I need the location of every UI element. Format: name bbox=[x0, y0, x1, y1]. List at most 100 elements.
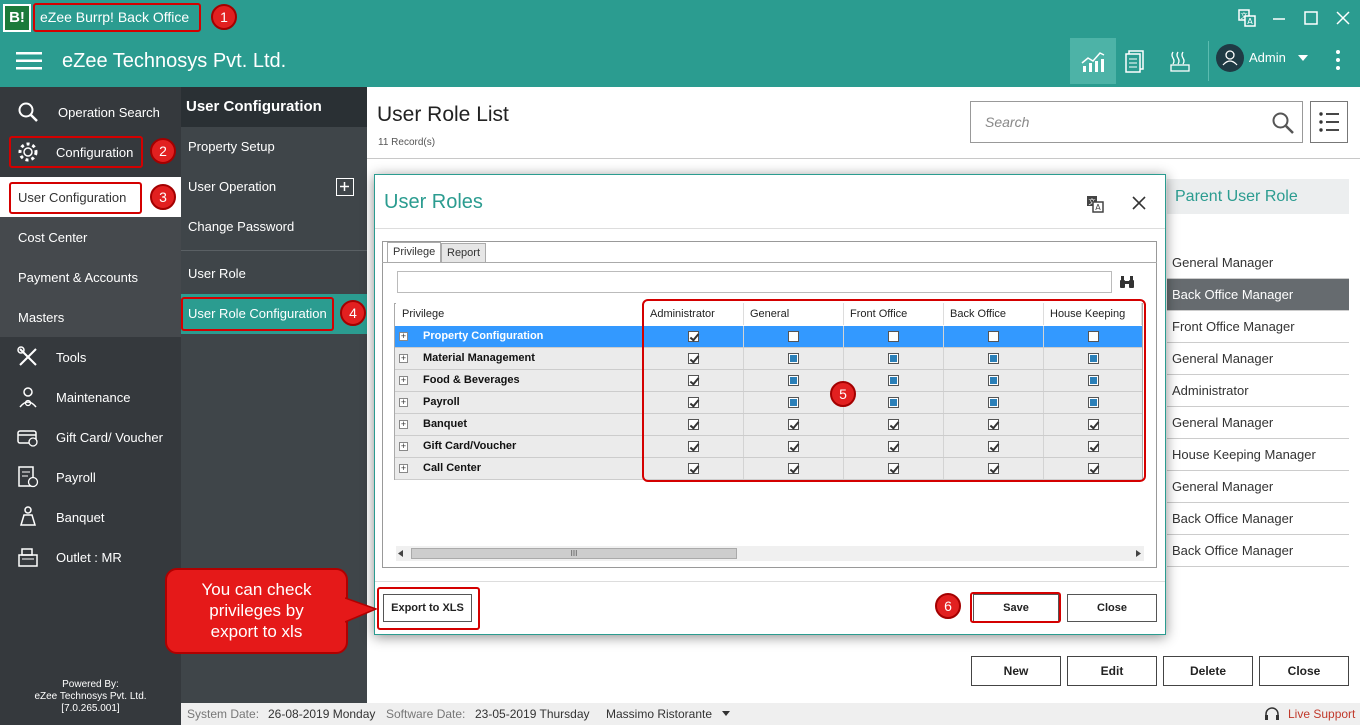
nav-label: Tools bbox=[56, 349, 87, 365]
nav-masters[interactable]: Masters bbox=[0, 297, 181, 337]
delete-button[interactable]: Delete bbox=[1163, 656, 1253, 686]
parent-role-row[interactable]: House Keeping Manager bbox=[1167, 439, 1349, 471]
column-header-privilege: Privilege bbox=[396, 303, 644, 325]
header-divider bbox=[367, 158, 1360, 159]
scroll-right-arrow-icon[interactable] bbox=[1136, 550, 1142, 557]
nav-operation-search[interactable]: Operation Search bbox=[0, 92, 181, 132]
nav-outlet[interactable]: Outlet : MR bbox=[0, 537, 181, 577]
expand-row-icon[interactable]: + bbox=[399, 398, 408, 407]
app-version: [7.0.265.001] bbox=[61, 703, 120, 714]
dashboard-chart-icon[interactable] bbox=[1070, 38, 1116, 84]
live-support-link[interactable]: Live Support bbox=[1288, 703, 1355, 725]
expand-row-icon[interactable]: + bbox=[399, 464, 408, 473]
dialog-title-divider bbox=[375, 228, 1165, 229]
annotation-box-role-columns bbox=[642, 299, 1146, 482]
nav-maintenance[interactable]: Maintenance bbox=[0, 377, 181, 417]
nav-banquet[interactable]: Banquet bbox=[0, 497, 181, 537]
submenu-divider bbox=[181, 250, 367, 251]
parent-role-row[interactable]: General Manager bbox=[1167, 471, 1349, 503]
software-date: 23-05-2019 Thursday bbox=[475, 707, 590, 721]
binoculars-icon[interactable] bbox=[1119, 275, 1135, 289]
expand-row-icon[interactable]: + bbox=[399, 420, 408, 429]
grid-horizontal-scrollbar[interactable]: III bbox=[396, 546, 1144, 561]
callout-line: export to xls bbox=[210, 622, 303, 641]
expand-row-icon[interactable]: + bbox=[399, 376, 408, 385]
nav-label: Payment & Accounts bbox=[18, 269, 138, 285]
submenu-user-role[interactable]: User Role bbox=[181, 254, 367, 294]
nav-payroll[interactable]: Payroll bbox=[0, 457, 181, 497]
parent-role-row[interactable]: Back Office Manager bbox=[1167, 535, 1349, 567]
annotation-step-6: 6 bbox=[935, 593, 961, 619]
nav-gift-card[interactable]: Gift Card/ Voucher bbox=[0, 417, 181, 457]
parent-role-row[interactable]: General Manager bbox=[1167, 343, 1349, 375]
translate-icon[interactable]: 文A bbox=[1086, 195, 1104, 213]
app-logo: B! bbox=[3, 4, 31, 32]
headset-icon bbox=[1263, 705, 1281, 723]
privilege-name: Gift Card/Voucher bbox=[423, 440, 517, 452]
callout-line: privileges by bbox=[209, 601, 304, 620]
grid-filter-input[interactable] bbox=[397, 271, 1112, 293]
annotation-step-4: 4 bbox=[340, 300, 366, 326]
outlet-selector[interactable]: Massimo Ristorante bbox=[606, 703, 712, 725]
submenu-change-password[interactable]: Change Password bbox=[181, 207, 367, 247]
dialog-close-button[interactable]: Close bbox=[1067, 594, 1157, 622]
parent-role-row[interactable]: Back Office Manager bbox=[1167, 279, 1349, 311]
edit-button[interactable]: Edit bbox=[1067, 656, 1157, 686]
expand-plus-icon[interactable] bbox=[336, 178, 354, 196]
parent-role-row[interactable]: Administrator bbox=[1167, 375, 1349, 407]
language-icon[interactable]: 文A bbox=[1238, 9, 1256, 27]
nav-label: Cost Center bbox=[18, 229, 88, 245]
user-dropdown-chevron-icon[interactable] bbox=[1297, 54, 1309, 62]
nav-cost-center[interactable]: Cost Center bbox=[0, 217, 181, 257]
scroll-left-arrow-icon[interactable] bbox=[398, 550, 404, 557]
nav-tools[interactable]: Tools bbox=[0, 337, 181, 377]
kitchen-icon[interactable] bbox=[1157, 38, 1203, 84]
parent-role-row[interactable]: General Manager bbox=[1167, 247, 1349, 279]
maximize-icon[interactable] bbox=[1302, 10, 1320, 26]
parent-role-row[interactable]: Front Office Manager bbox=[1167, 311, 1349, 343]
minimize-icon[interactable] bbox=[1270, 10, 1288, 26]
kebab-menu-icon[interactable] bbox=[1334, 49, 1342, 71]
annotation-box-configuration bbox=[9, 136, 143, 168]
maintenance-icon bbox=[16, 385, 40, 409]
payroll-icon bbox=[16, 465, 40, 489]
close-window-icon[interactable] bbox=[1334, 10, 1352, 26]
expand-row-icon[interactable]: + bbox=[399, 332, 408, 341]
document-icon[interactable] bbox=[1112, 38, 1158, 84]
annotation-step-2: 2 bbox=[150, 138, 176, 164]
list-view-button[interactable] bbox=[1310, 101, 1348, 143]
privilege-name: Banquet bbox=[423, 418, 467, 430]
search-icon[interactable] bbox=[1271, 111, 1295, 135]
privilege-cell bbox=[544, 370, 644, 391]
scroll-thumb[interactable]: III bbox=[411, 548, 737, 559]
tab-privilege[interactable]: Privilege bbox=[387, 242, 442, 262]
list-view-icon bbox=[1319, 112, 1339, 132]
submenu-title: User Configuration bbox=[181, 87, 367, 127]
parent-role-row[interactable]: Back Office Manager bbox=[1167, 503, 1349, 535]
gift-card-icon bbox=[16, 425, 40, 449]
tab-underline bbox=[382, 262, 1157, 263]
privilege-name: Call Center bbox=[423, 462, 482, 474]
svg-text:A: A bbox=[1247, 17, 1253, 26]
outlet-dropdown-icon[interactable] bbox=[722, 711, 730, 716]
new-button[interactable]: New bbox=[971, 656, 1061, 686]
dialog-close-icon[interactable] bbox=[1131, 195, 1147, 211]
nav-payment-accounts[interactable]: Payment & Accounts bbox=[0, 257, 181, 297]
software-date-label: Software Date: bbox=[386, 707, 466, 721]
powered-by-company: eZee Technosys Pvt. Ltd. bbox=[34, 691, 147, 702]
powered-by-label: Powered By: bbox=[62, 679, 119, 690]
record-count: 11 Record(s) bbox=[378, 137, 436, 148]
hamburger-menu-icon[interactable] bbox=[16, 51, 42, 71]
svg-text:A: A bbox=[1095, 203, 1101, 212]
banquet-icon bbox=[16, 505, 40, 529]
submenu-property-setup[interactable]: Property Setup bbox=[181, 127, 367, 167]
tab-report[interactable]: Report bbox=[441, 243, 487, 262]
user-avatar-icon[interactable] bbox=[1216, 44, 1244, 72]
expand-row-icon[interactable]: + bbox=[399, 354, 408, 363]
close-button[interactable]: Close bbox=[1259, 656, 1349, 686]
annotation-step-1: 1 bbox=[211, 4, 237, 30]
search-input[interactable]: Search bbox=[970, 101, 1303, 143]
expand-row-icon[interactable]: + bbox=[399, 442, 408, 451]
parent-role-row[interactable]: General Manager bbox=[1167, 407, 1349, 439]
user-name[interactable]: Admin bbox=[1249, 50, 1286, 65]
